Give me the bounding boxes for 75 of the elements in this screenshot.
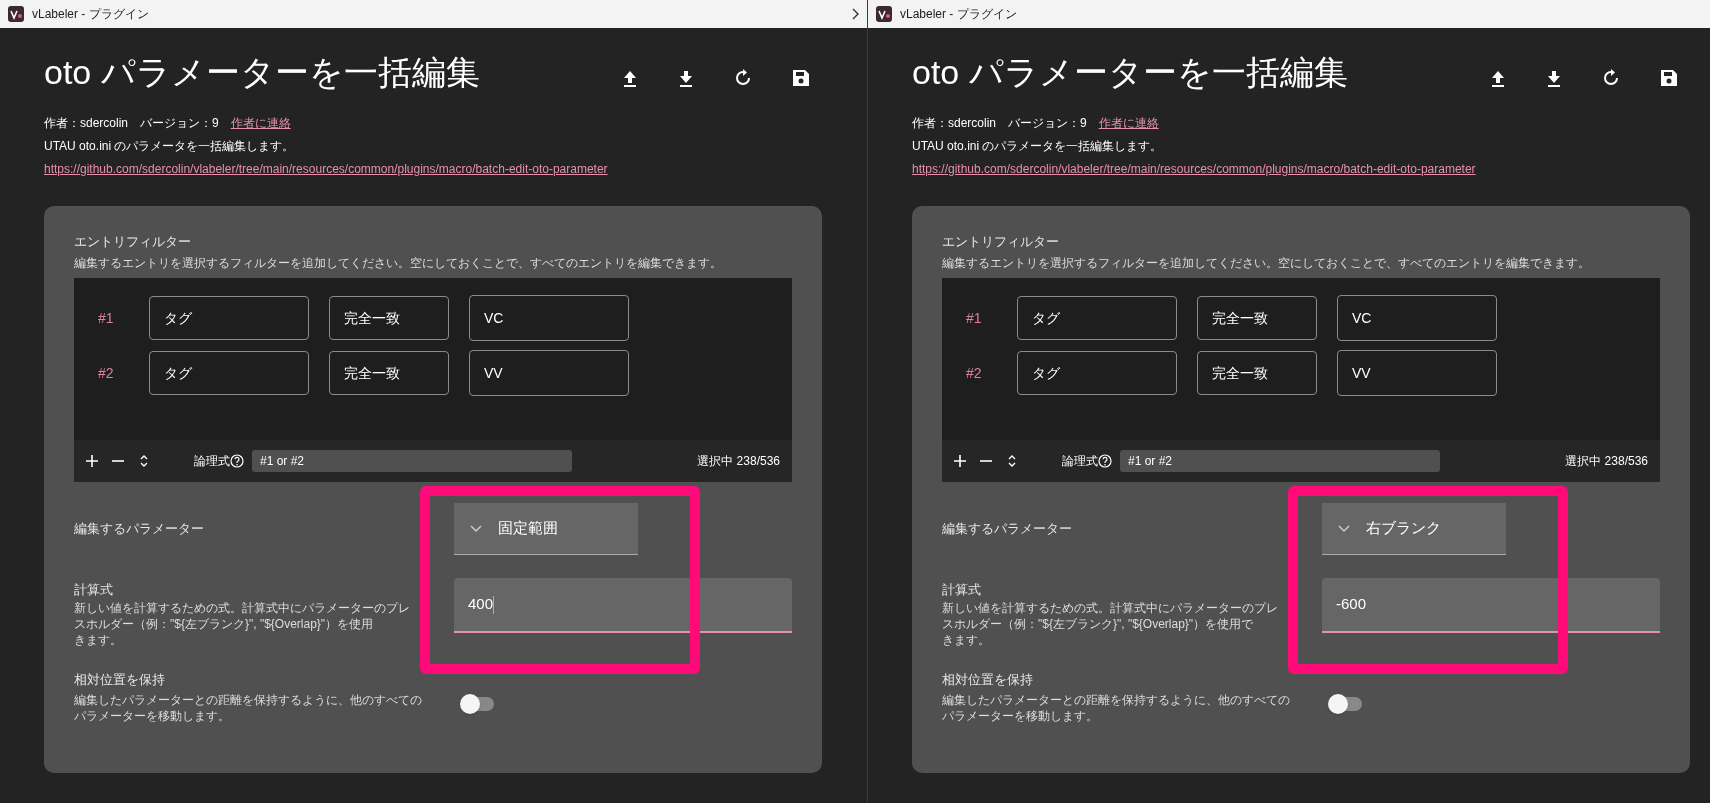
formula-description: 新しい値を計算するための式。計算式中にパラメーターのプレ スホルダー（例："${左ブランク}", "${Overlap}"）を使用で きます。 xyxy=(942,600,1279,648)
refresh-icon[interactable] xyxy=(1602,69,1620,87)
value-field[interactable]: VV xyxy=(469,350,629,396)
parameter-label: 編集するパラメーター xyxy=(942,520,1073,539)
chevron-down-icon xyxy=(1338,524,1350,533)
contact-link[interactable]: 作者に連絡 xyxy=(230,112,291,135)
formula-label: 計算式 xyxy=(942,581,982,599)
selection-count: 選択中 238/536 xyxy=(1565,453,1648,470)
formula-label: 計算式 xyxy=(74,581,114,599)
chevron-icon[interactable] xyxy=(852,8,859,20)
logic-label: 論理式 xyxy=(1062,453,1098,470)
section-label: エントリフィルター xyxy=(74,233,192,251)
section-description: 編集するエントリを選択するフィルターを追加してください。空にしておくことで、すべてのエントリを編集できます。 xyxy=(74,255,723,272)
url-link[interactable]: https://github.com/sdercolin/vlabeler/tree/main/resources/common/plugins/macro/batch-edit-oto-parameter xyxy=(44,162,608,176)
section-description: 編集するエントリを選択するフィルターを追加してください。空にしておくことで、すべてのエントリを編集できます。 xyxy=(942,255,1591,272)
url-link[interactable]: https://github.com/sdercolin/vlabeler/tree/main/resources/common/plugins/macro/batch-edit-oto-parameter xyxy=(912,162,1476,176)
match-dropdown[interactable]: 完全一致 xyxy=(1197,296,1317,340)
value-field[interactable]: VC xyxy=(469,295,629,341)
author-text: 作者：sdercolin xyxy=(44,115,129,132)
page-title: oto パラメーターを一括編集 xyxy=(44,52,480,93)
parameter-label: 編集するパラメーター xyxy=(74,520,205,539)
page-title: oto パラメーターを一括編集 xyxy=(912,52,1348,93)
filter-index: #1 xyxy=(97,308,115,328)
match-dropdown[interactable]: 完全一致 xyxy=(1197,351,1317,395)
field-dropdown[interactable]: タグ xyxy=(149,296,309,340)
refresh-icon[interactable] xyxy=(734,69,752,87)
description-text: UTAU oto.ini のパラメータを一括編集します。 xyxy=(44,138,296,155)
author-text: 作者：sdercolin xyxy=(912,115,997,132)
expand-icon[interactable] xyxy=(1008,454,1016,468)
upload-icon[interactable] xyxy=(1490,69,1506,87)
description-text: UTAU oto.ini のパラメータを一括編集します。 xyxy=(912,138,1164,155)
parameter-dropdown[interactable]: 固定範囲 xyxy=(454,503,638,555)
logic-field[interactable]: #1 or #2 xyxy=(1120,450,1440,472)
chevron-down-icon xyxy=(470,524,482,533)
toggle-switch[interactable] xyxy=(1328,694,1362,714)
contact-link[interactable]: 作者に連絡 xyxy=(1098,112,1159,135)
save-icon[interactable] xyxy=(792,69,810,87)
match-dropdown[interactable]: 完全一致 xyxy=(329,296,449,340)
field-dropdown[interactable]: タグ xyxy=(149,351,309,395)
filter-index: #2 xyxy=(965,363,983,383)
value-field[interactable]: VV xyxy=(1337,350,1497,396)
add-icon[interactable] xyxy=(86,455,98,467)
value-field[interactable]: VC xyxy=(1337,295,1497,341)
option-label: 相対位置を保持 xyxy=(74,671,166,689)
toggle-switch[interactable] xyxy=(460,694,494,714)
option-description: 編集したパラメーターとの距離を保持するように、他のすべての パラメーターを移動します。 xyxy=(942,692,1291,724)
filter-index: #1 xyxy=(965,308,983,328)
logic-field[interactable]: #1 or #2 xyxy=(252,450,572,472)
save-icon[interactable] xyxy=(1660,69,1678,87)
app-logo-icon xyxy=(8,6,24,22)
logic-label: 論理式 xyxy=(194,453,230,470)
help-icon[interactable] xyxy=(1098,454,1112,468)
add-icon[interactable] xyxy=(954,455,966,467)
help-icon[interactable] xyxy=(230,454,244,468)
field-dropdown[interactable]: タグ xyxy=(1017,296,1177,340)
window-title: vLabeler - プラグイン xyxy=(900,6,1017,23)
version-text: バージョン：9 xyxy=(1008,115,1087,132)
parameter-dropdown[interactable]: 右ブランク xyxy=(1322,503,1506,555)
option-description: 編集したパラメーターとの距離を保持するように、他のすべての パラメーターを移動します。 xyxy=(74,692,423,724)
formula-field[interactable]: 400 xyxy=(454,578,792,633)
filter-index: #2 xyxy=(97,363,115,383)
match-dropdown[interactable]: 完全一致 xyxy=(329,351,449,395)
download-icon[interactable] xyxy=(678,69,694,87)
upload-icon[interactable] xyxy=(622,69,638,87)
version-text: バージョン：9 xyxy=(140,115,219,132)
expand-icon[interactable] xyxy=(140,454,148,468)
formula-field[interactable]: -600 xyxy=(1322,578,1660,633)
download-icon[interactable] xyxy=(1546,69,1562,87)
app-logo-icon xyxy=(876,6,892,22)
option-label: 相対位置を保持 xyxy=(942,671,1034,689)
section-label: エントリフィルター xyxy=(942,233,1060,251)
window-title: vLabeler - プラグイン xyxy=(32,6,149,23)
field-dropdown[interactable]: タグ xyxy=(1017,351,1177,395)
formula-description: 新しい値を計算するための式。計算式中にパラメーターのプレ スホルダー（例："${左ブランク}", "${Overlap}"）を使用 きます。 xyxy=(74,600,411,648)
selection-count: 選択中 238/536 xyxy=(697,453,780,470)
